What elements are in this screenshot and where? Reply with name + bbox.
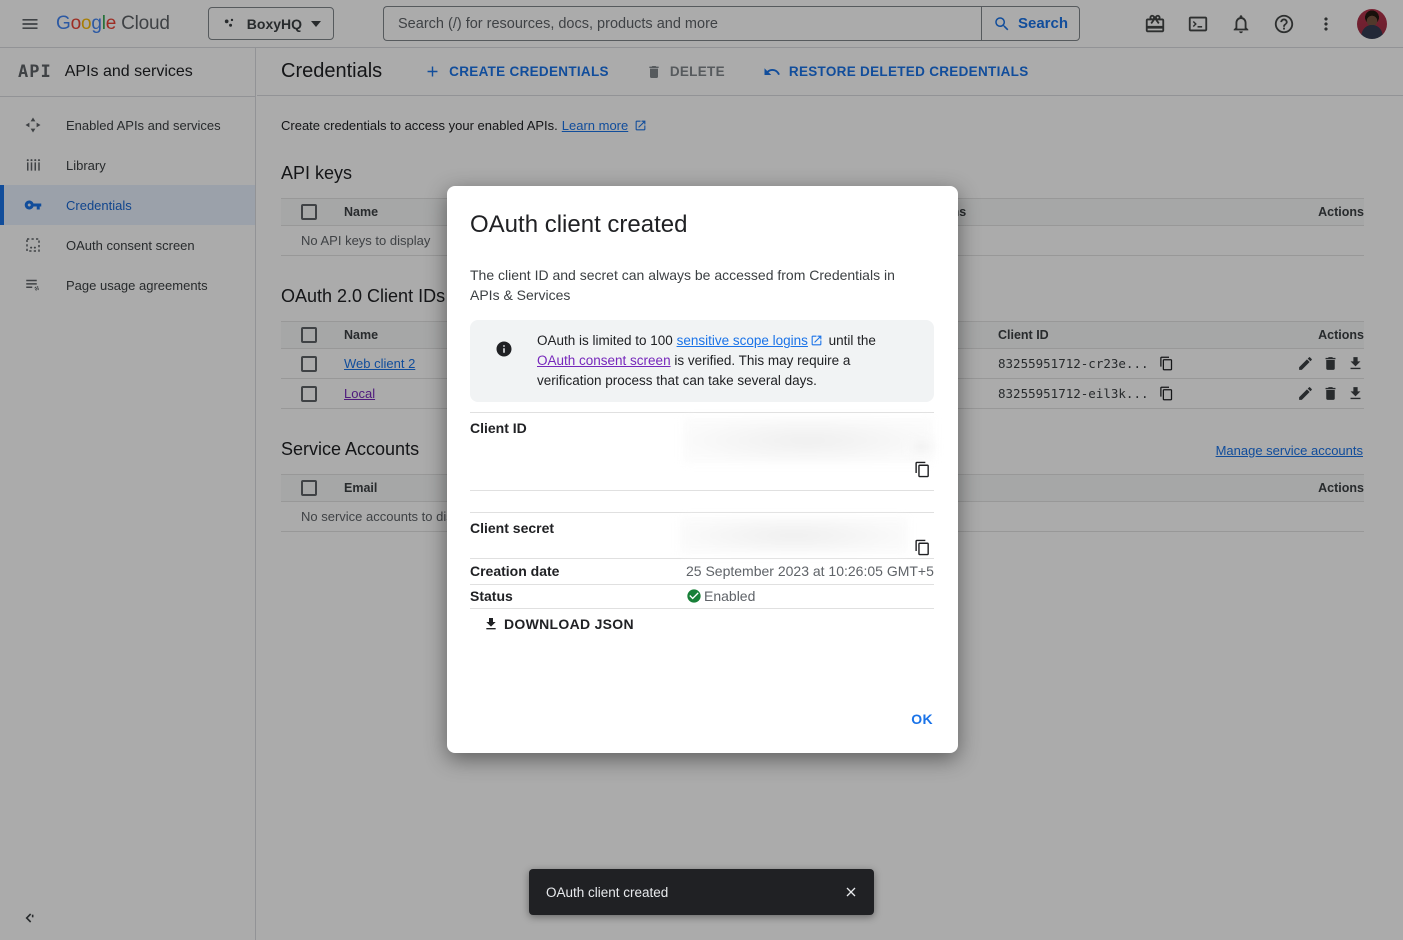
copy-icon[interactable] <box>914 539 931 556</box>
snackbar-message: OAuth client created <box>546 885 668 900</box>
sensitive-scope-logins-link[interactable]: sensitive scope logins <box>677 333 808 348</box>
creation-date-row: Creation date 25 September 2023 at 10:26… <box>470 559 934 585</box>
copy-icon[interactable] <box>914 461 931 478</box>
client-secret-row: Client secret <box>470 513 934 559</box>
notice-text: OAuth is limited to 100 sensitive scope … <box>537 331 912 402</box>
snackbar: OAuth client created <box>529 869 874 915</box>
status-badge: Enabled <box>686 588 755 604</box>
client-id-row: Client ID <box>470 413 934 491</box>
redacted-client-secret <box>680 517 908 554</box>
status-value: Enabled <box>704 588 755 604</box>
spacer-row <box>470 491 934 513</box>
oauth-client-created-dialog: OAuth client created The client ID and s… <box>447 186 958 753</box>
dialog-description: The client ID and secret can always be a… <box>470 265 915 305</box>
ok-button[interactable]: OK <box>911 711 933 727</box>
dialog-detail-rows: Client ID Client secret Creation date 25… <box>470 412 934 609</box>
status-label: Status <box>470 588 513 604</box>
verification-notice: OAuth is limited to 100 sensitive scope … <box>470 320 934 402</box>
client-id-label: Client ID <box>470 420 527 436</box>
redacted-client-id <box>907 438 935 455</box>
download-json-button[interactable]: DOWNLOAD JSON <box>483 616 634 632</box>
download-icon <box>483 616 499 632</box>
oauth-consent-screen-link[interactable]: OAuth consent screen <box>537 353 671 368</box>
open-in-new-icon <box>810 334 823 347</box>
creation-date-label: Creation date <box>470 563 559 579</box>
creation-date-value: 25 September 2023 at 10:26:05 GMT+5 <box>686 563 934 579</box>
status-row: Status Enabled <box>470 585 934 609</box>
client-secret-label: Client secret <box>470 520 554 536</box>
check-circle-icon <box>686 588 702 604</box>
close-icon[interactable] <box>843 884 859 900</box>
info-icon <box>495 340 513 402</box>
dialog-title: OAuth client created <box>470 211 687 239</box>
redacted-client-id <box>683 418 933 463</box>
